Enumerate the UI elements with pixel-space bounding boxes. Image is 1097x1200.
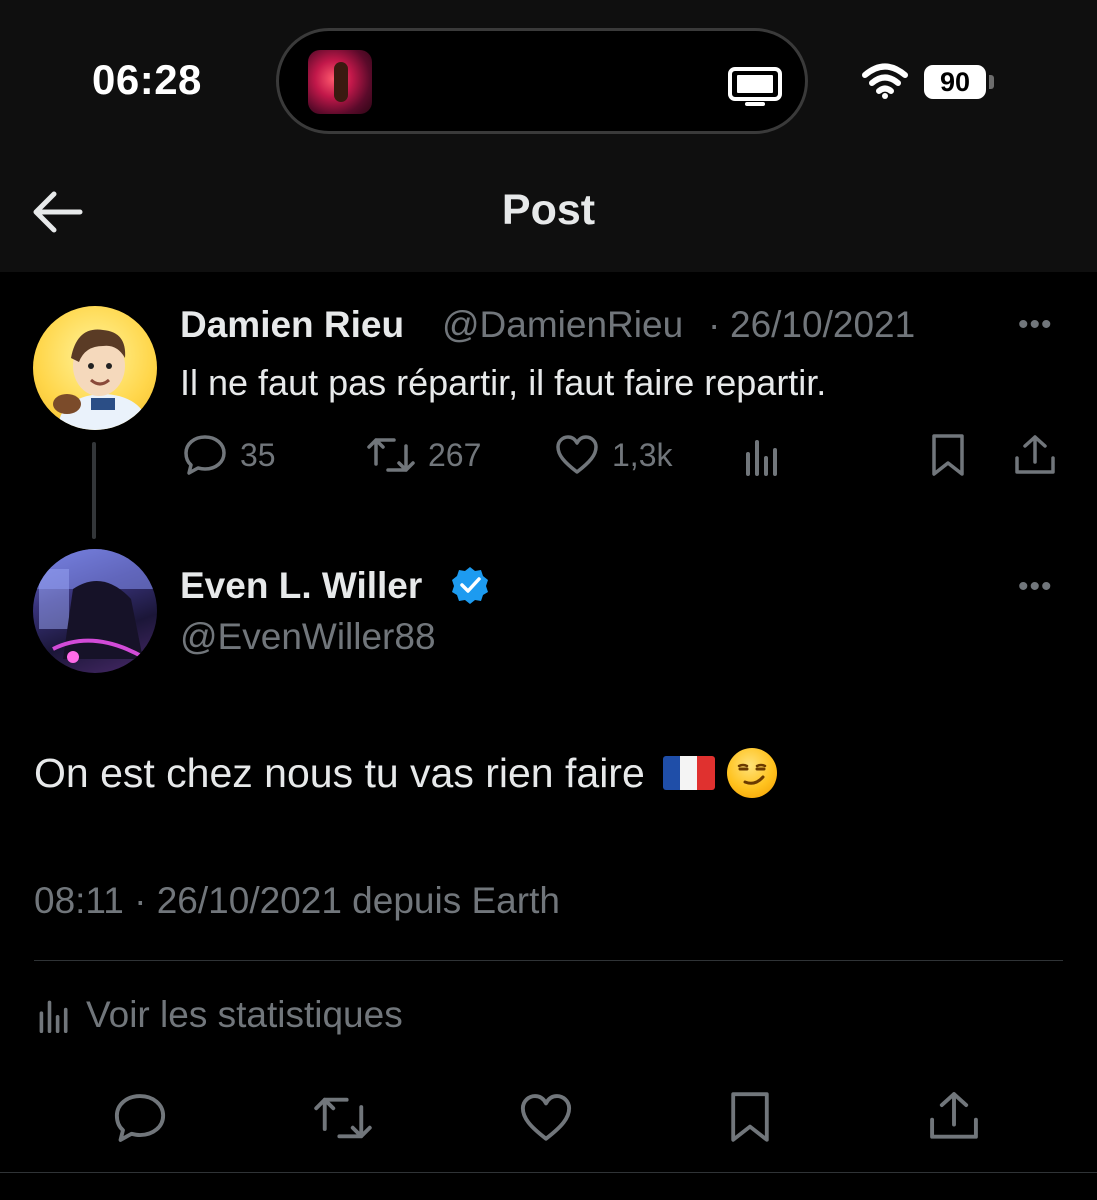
repost-count: 267 bbox=[428, 436, 482, 473]
share-icon[interactable] bbox=[926, 1088, 982, 1144]
thread-connector bbox=[92, 442, 96, 539]
reply-count: 35 bbox=[240, 436, 276, 473]
flag-france-emoji bbox=[662, 756, 715, 790]
avatar-even-willer[interactable] bbox=[33, 549, 157, 673]
meta-separator: · bbox=[708, 304, 721, 345]
heart-icon[interactable] bbox=[518, 1090, 574, 1146]
like-count: 1,3k bbox=[612, 436, 673, 473]
post-date[interactable]: 26/10/2021 bbox=[730, 304, 915, 346]
dynamic-island[interactable] bbox=[276, 28, 808, 134]
repost-button[interactable]: 267 bbox=[366, 432, 481, 478]
analytics-icon bbox=[39, 1000, 68, 1033]
author-name[interactable]: Damien Rieu bbox=[180, 304, 404, 346]
post-text: On est chez nous tu vas rien faire bbox=[34, 749, 645, 796]
wifi-icon bbox=[862, 63, 908, 99]
views-button[interactable] bbox=[742, 436, 794, 476]
verified-badge-icon bbox=[452, 567, 488, 604]
battery-indicator: 90 bbox=[924, 65, 986, 99]
author-handle[interactable]: @EvenWiller88 bbox=[180, 616, 436, 658]
now-playing-artwork[interactable] bbox=[308, 50, 372, 114]
bookmark-icon[interactable] bbox=[726, 1088, 774, 1146]
page-title: Post bbox=[501, 186, 596, 234]
repost-icon bbox=[367, 438, 415, 472]
bookmark-icon bbox=[932, 434, 964, 476]
main-post-text-row: On est chez nous tu vas rien faire bbox=[34, 748, 777, 798]
tv-icon bbox=[728, 67, 782, 106]
reply-icon[interactable] bbox=[112, 1090, 168, 1146]
reply-icon bbox=[184, 435, 226, 475]
more-options-icon[interactable]: ••• bbox=[1018, 570, 1053, 604]
author-handle[interactable]: @DamienRieu bbox=[442, 304, 683, 346]
view-stats-link[interactable]: Voir les statistiques bbox=[36, 994, 403, 1036]
reply-button[interactable]: 35 bbox=[182, 432, 276, 478]
smirking-face-emoji bbox=[726, 748, 777, 798]
heart-icon bbox=[556, 435, 598, 474]
author-name[interactable]: Even L. Willer bbox=[180, 565, 422, 607]
top-area: 06:28 90 Post bbox=[0, 0, 1097, 272]
repost-icon[interactable] bbox=[312, 1090, 374, 1146]
battery-tip bbox=[989, 75, 994, 89]
more-options-icon[interactable]: ••• bbox=[1018, 308, 1053, 342]
like-button[interactable]: 1,3k bbox=[554, 432, 672, 478]
share-icon bbox=[1015, 435, 1055, 474]
analytics-icon bbox=[746, 440, 777, 476]
avatar-damien-rieu[interactable] bbox=[33, 306, 157, 430]
view-stats-label: Voir les statistiques bbox=[86, 994, 403, 1035]
divider bbox=[34, 960, 1063, 961]
divider bbox=[0, 1172, 1097, 1173]
bookmark-button[interactable] bbox=[928, 432, 980, 478]
share-button[interactable] bbox=[1012, 432, 1070, 478]
status-time: 06:28 bbox=[92, 56, 202, 103]
post-text: Il ne faut pas répartir, il faut faire r… bbox=[180, 362, 827, 403]
post-timestamp[interactable]: 08:11 · 26/10/2021 depuis Earth bbox=[34, 880, 560, 922]
